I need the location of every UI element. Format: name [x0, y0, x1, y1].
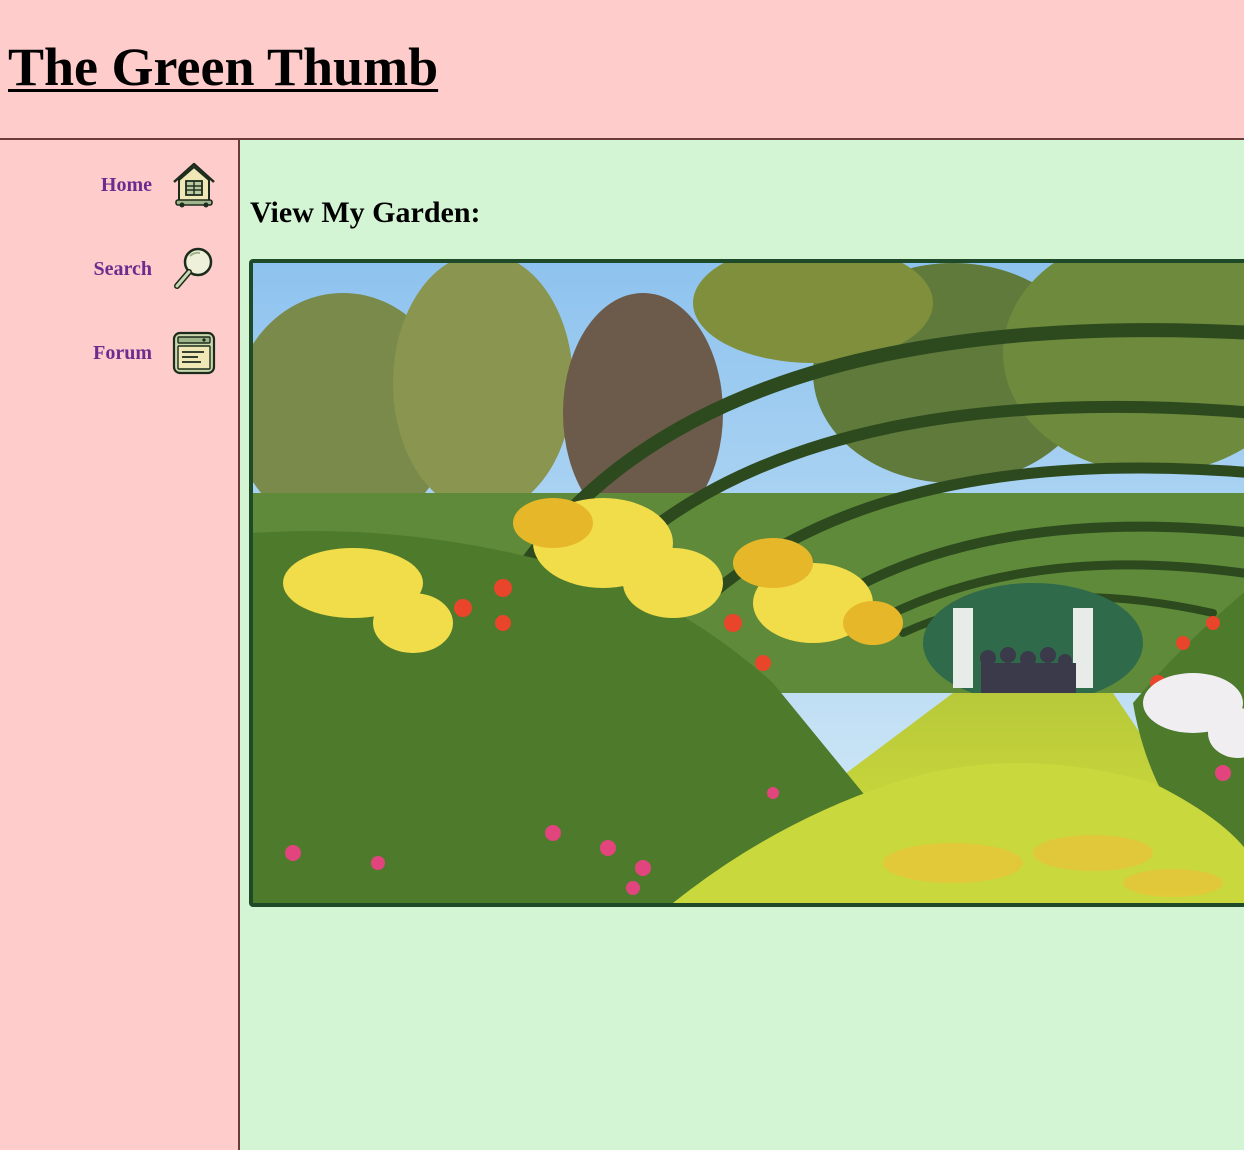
garden-photo	[249, 259, 1244, 907]
sidebar-item-label[interactable]: Search	[93, 258, 152, 281]
sidebar-item-label[interactable]: Forum	[93, 342, 152, 365]
magnifier-icon[interactable]	[170, 244, 218, 294]
sidebar-item-search[interactable]: Search	[93, 244, 218, 294]
sidebar-item-forum[interactable]: Forum	[93, 328, 218, 378]
garden-illustration	[253, 263, 1244, 903]
main-content: View My Garden:	[240, 140, 1244, 1150]
sidebar-nav: Home Search Forum	[0, 140, 240, 1150]
page: The Green Thumb Home Search Forum View M…	[0, 0, 1244, 1150]
sidebar-item-home[interactable]: Home	[101, 160, 218, 210]
site-header: The Green Thumb	[0, 0, 1244, 140]
forum-icon[interactable]	[170, 328, 218, 378]
site-title-link[interactable]: The Green Thumb	[8, 40, 438, 94]
page-heading: View My Garden:	[250, 196, 481, 229]
house-icon[interactable]	[170, 160, 218, 210]
sidebar-item-label[interactable]: Home	[101, 174, 152, 197]
